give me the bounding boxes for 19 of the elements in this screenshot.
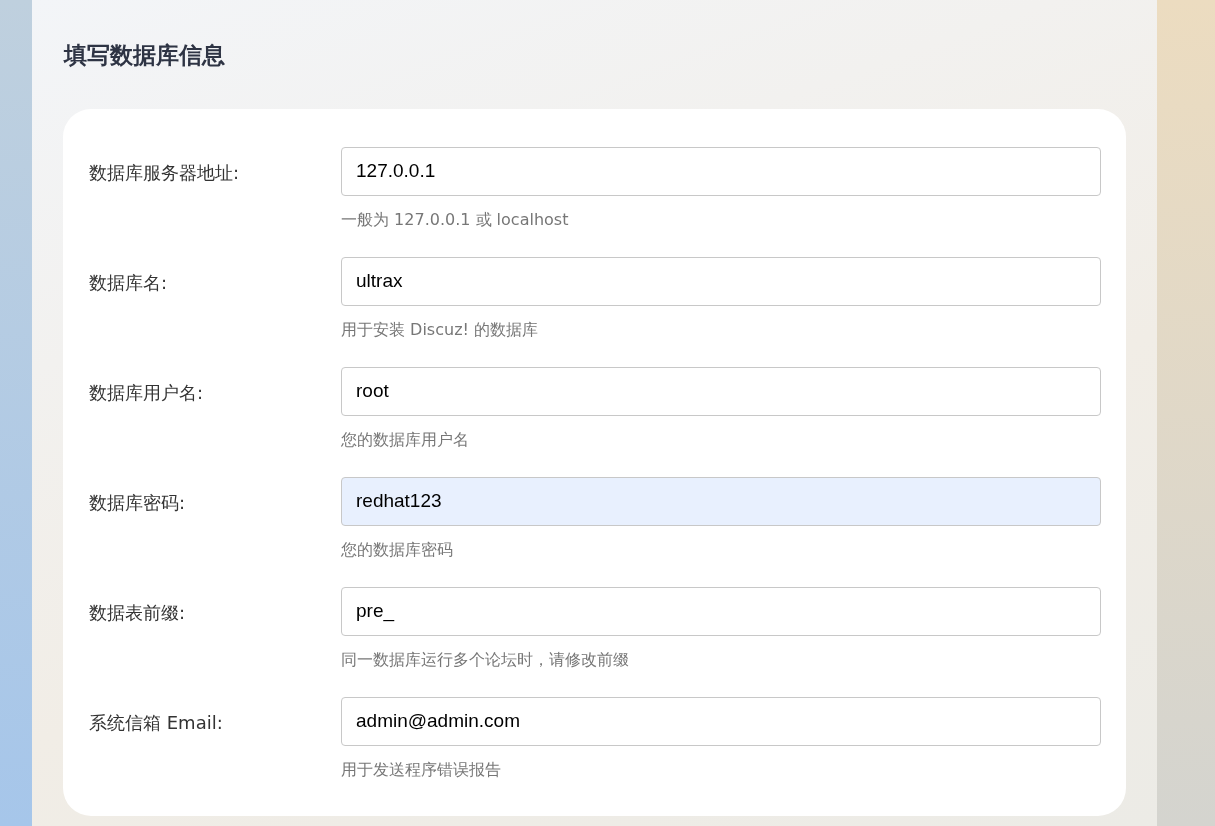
input-field[interactable]: redhat123	[341, 476, 1101, 526]
input-field[interactable]: 127.0.0.1	[341, 146, 1101, 196]
field-hint: 用于发送程序错误报告	[341, 759, 502, 780]
field-hint: 用于安装 Discuz! 的数据库	[341, 319, 540, 340]
input-field[interactable]: pre_	[341, 586, 1101, 636]
input-field[interactable]: ultrax	[341, 256, 1101, 306]
field-label: 数据库名:	[89, 270, 169, 295]
section-title: 填写数据库信息	[64, 41, 226, 70]
input-field[interactable]: admin@admin.com	[341, 696, 1101, 746]
field-label: 系统信箱 Email:	[89, 710, 224, 735]
field-label: 数据库密码:	[89, 490, 187, 515]
field-label: 数据表前缀:	[89, 600, 187, 625]
field-label: 数据库用户名:	[89, 380, 205, 405]
field-hint: 您的数据库密码	[341, 539, 454, 560]
field-hint: 一般为 127.0.0.1 或 localhost	[341, 209, 570, 230]
field-hint: 同一数据库运行多个论坛时，请修改前缀	[341, 649, 630, 670]
field-label: 数据库服务器地址:	[89, 160, 241, 185]
input-field[interactable]: root	[341, 366, 1101, 416]
field-hint: 您的数据库用户名	[341, 429, 470, 450]
